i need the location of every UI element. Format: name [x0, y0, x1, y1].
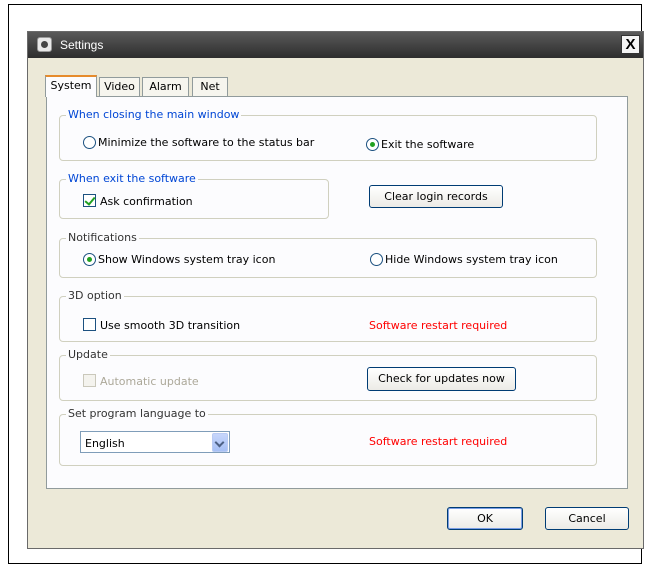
group-exit-legend: When exit the software [66, 172, 198, 186]
group-update: Update Automatic update [59, 348, 597, 401]
group-closing-legend: When closing the main window [66, 108, 242, 122]
system-tab-panel: When closing the main window Minimize th… [46, 96, 628, 489]
checkbox-ask-confirmation[interactable] [83, 194, 96, 207]
restart-required-note-language: Software restart required [369, 435, 508, 448]
radio-exit[interactable] [366, 138, 379, 151]
group-notifications: Notifications Show Windows system tray i… [59, 231, 597, 278]
radio-exit-label[interactable]: Exit the software [381, 138, 474, 151]
tab-net[interactable]: Net [192, 77, 228, 96]
window-title: Settings [60, 38, 104, 52]
group-update-legend: Update [66, 348, 110, 362]
check-updates-button[interactable]: Check for updates now [367, 367, 516, 391]
clear-login-records-button[interactable]: Clear login records [369, 185, 503, 208]
restart-required-note-3d: Software restart required [369, 319, 508, 332]
title-bar[interactable]: Settings X [28, 32, 643, 58]
tab-alarm[interactable]: Alarm [142, 77, 189, 96]
radio-show-tray[interactable] [83, 253, 96, 266]
chevron-down-icon[interactable] [212, 433, 228, 452]
language-select[interactable]: English [80, 431, 230, 453]
group-exit: When exit the software Ask confirmation [59, 172, 329, 219]
group-language-legend: Set program language to [66, 407, 208, 421]
radio-show-tray-label[interactable]: Show Windows system tray icon [98, 253, 275, 266]
app-icon [37, 37, 52, 52]
cancel-button[interactable]: Cancel [545, 507, 629, 530]
radio-minimize[interactable] [83, 136, 96, 149]
checkbox-ask-confirmation-label[interactable]: Ask confirmation [100, 195, 193, 208]
group-closing: When closing the main window Minimize th… [59, 108, 597, 161]
checkbox-automatic-update-label[interactable]: Automatic update [100, 375, 199, 388]
close-icon: X [625, 36, 636, 53]
tab-system[interactable]: System [45, 75, 97, 97]
language-select-value: English [85, 437, 125, 450]
radio-hide-tray-label[interactable]: Hide Windows system tray icon [385, 253, 558, 266]
group-3d-legend: 3D option [66, 289, 124, 303]
close-button[interactable]: X [621, 35, 640, 54]
radio-hide-tray[interactable] [370, 253, 383, 266]
radio-minimize-label[interactable]: Minimize the software to the status bar [98, 136, 314, 149]
group-3d-option: 3D option Use smooth 3D transition Softw… [59, 289, 597, 342]
checkbox-smooth-3d[interactable] [83, 318, 96, 331]
group-notifications-legend: Notifications [66, 231, 139, 245]
checkbox-smooth-3d-label[interactable]: Use smooth 3D transition [100, 319, 240, 332]
ok-button[interactable]: OK [447, 507, 523, 530]
tab-video[interactable]: Video [99, 77, 140, 96]
checkbox-automatic-update[interactable] [83, 374, 96, 387]
